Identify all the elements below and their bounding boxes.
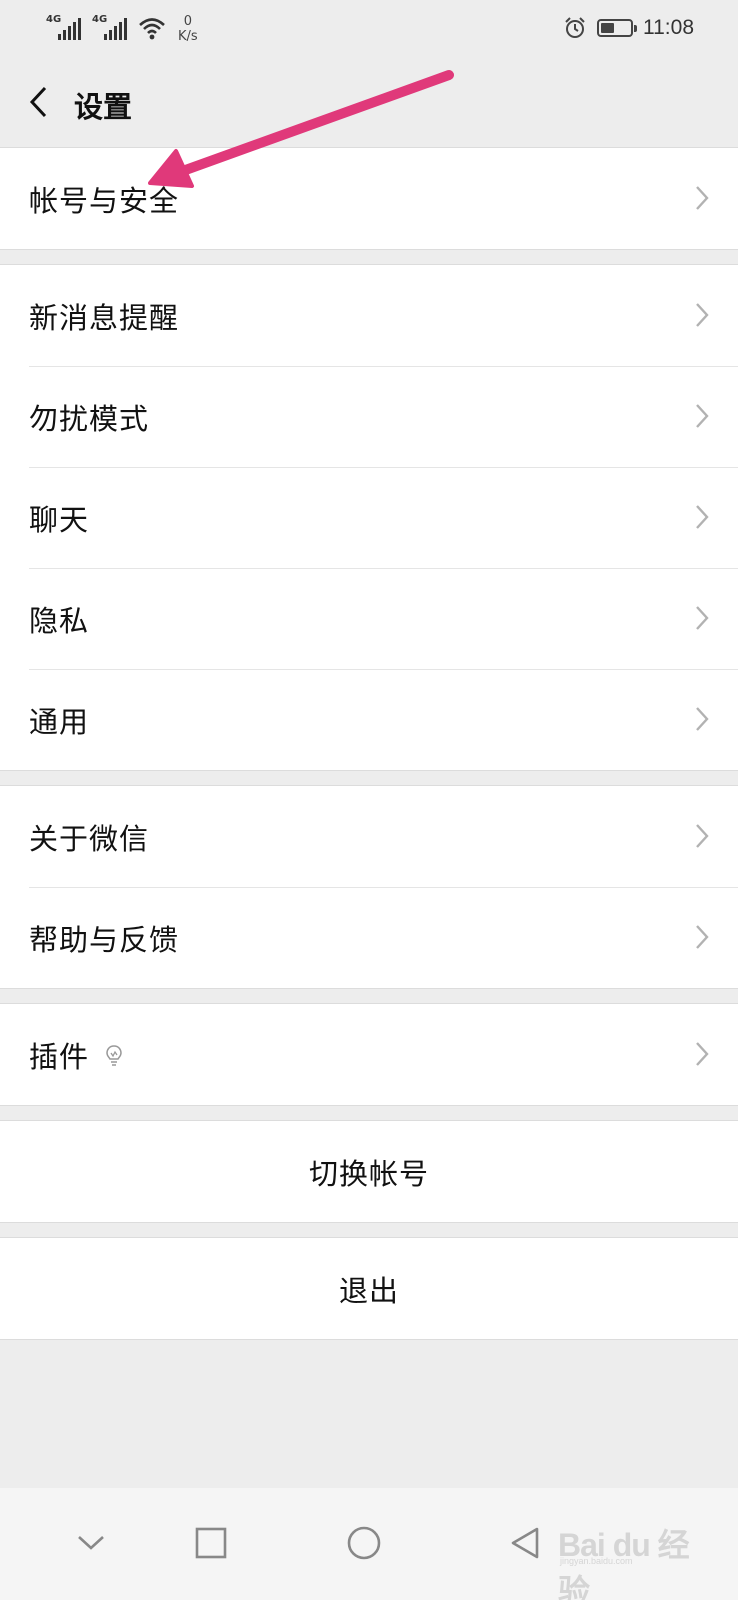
chevron-right-icon: [696, 824, 709, 848]
nav-hide-button[interactable]: [66, 1518, 116, 1568]
status-left: 4G 4G 0 K/s: [46, 14, 198, 44]
privacy-item[interactable]: 隐私: [0, 568, 738, 669]
chevron-right-icon: [696, 606, 709, 630]
chevron-right-icon: [696, 925, 709, 949]
chevron-right-icon: [696, 303, 709, 327]
account-security-label: 帐号与安全: [29, 183, 180, 218]
status-bar: 4G 4G 0 K/s 11:08: [0, 0, 738, 60]
battery-fill: [601, 23, 614, 33]
chevron-right-icon: [696, 1042, 709, 1066]
do-not-disturb-label: 勿扰模式: [29, 401, 150, 436]
square-icon: [195, 1527, 227, 1559]
logout-button[interactable]: 退出: [0, 1238, 738, 1339]
do-not-disturb-item[interactable]: 勿扰模式: [0, 366, 738, 467]
chevron-right-icon: [696, 505, 709, 529]
plugins-group: 插件: [0, 1003, 738, 1106]
lightbulb-icon: [106, 1044, 122, 1066]
network-speed: 0 K/s: [178, 14, 198, 44]
back-arrow-icon: [29, 86, 47, 118]
status-right: 11:08: [563, 16, 694, 40]
help-feedback-item[interactable]: 帮助与反馈: [0, 887, 738, 988]
about-wechat-label: 关于微信: [29, 821, 150, 856]
page-title: 设置: [74, 90, 133, 124]
nav-home-button[interactable]: [339, 1518, 389, 1568]
switch-account-group: 切换帐号: [0, 1120, 738, 1223]
settings-group: 新消息提醒 勿扰模式 聊天 隐私 通用: [0, 264, 738, 771]
account-security-item[interactable]: 帐号与安全: [0, 148, 738, 249]
about-group: 关于微信 帮助与反馈: [0, 785, 738, 989]
nav-back-button[interactable]: [500, 1518, 550, 1568]
wifi-icon: [139, 18, 165, 40]
about-wechat-item[interactable]: 关于微信: [0, 786, 738, 887]
nav-recents-button[interactable]: [186, 1518, 236, 1568]
general-label: 通用: [29, 704, 90, 739]
privacy-label: 隐私: [29, 603, 90, 638]
status-time: 11:08: [643, 16, 694, 39]
header: 设置: [0, 60, 738, 148]
signal-icon: 4G: [92, 14, 128, 42]
chat-item[interactable]: 聊天: [0, 467, 738, 568]
chevron-right-icon: [696, 186, 709, 210]
speed-value: 0: [183, 14, 192, 29]
battery-icon: [597, 19, 637, 37]
watermark-sub: jingyan.baidu.com: [560, 1556, 633, 1566]
logout-group: 退出: [0, 1237, 738, 1340]
plugins-label: 插件: [29, 1039, 90, 1074]
alarm-icon: [565, 17, 585, 38]
signal-icon: 4G: [46, 14, 82, 42]
chevron-right-icon: [696, 707, 709, 731]
circle-icon: [347, 1526, 381, 1560]
baidu-watermark: Bai du 经验 jingyan.baidu.com: [558, 1500, 708, 1600]
chevron-right-icon: [696, 404, 709, 428]
back-button[interactable]: [18, 80, 58, 124]
plugins-item[interactable]: 插件: [0, 1004, 738, 1105]
switch-account-label: 切换帐号: [308, 1156, 429, 1191]
logout-label: 退出: [338, 1273, 399, 1308]
switch-account-button[interactable]: 切换帐号: [0, 1121, 738, 1222]
general-item[interactable]: 通用: [0, 669, 738, 770]
account-group: 帐号与安全: [0, 147, 738, 250]
chat-label: 聊天: [29, 502, 90, 537]
help-feedback-label: 帮助与反馈: [29, 922, 180, 957]
triangle-back-icon: [511, 1527, 539, 1559]
speed-unit: K/s: [178, 29, 198, 44]
new-message-alert-label: 新消息提醒: [29, 300, 180, 335]
new-message-alert-item[interactable]: 新消息提醒: [0, 265, 738, 366]
chevron-down-icon: [78, 1536, 104, 1550]
